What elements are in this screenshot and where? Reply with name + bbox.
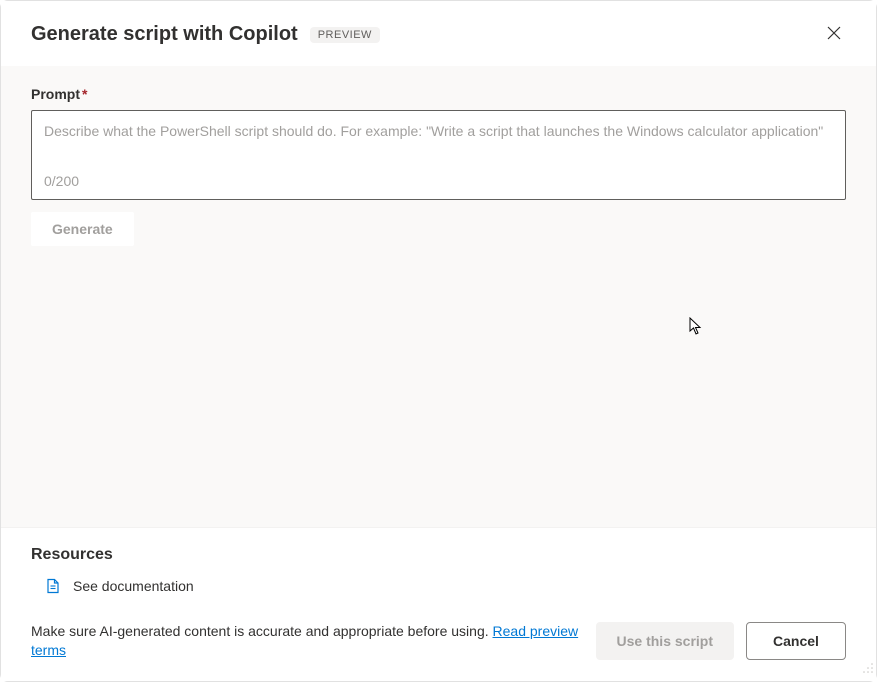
close-icon	[826, 25, 842, 44]
preview-badge: PREVIEW	[310, 27, 380, 43]
generate-button[interactable]: Generate	[31, 212, 134, 246]
prompt-input[interactable]	[44, 121, 833, 167]
disclaimer-text: Make sure AI-generated content is accura…	[31, 622, 584, 661]
documentation-link[interactable]: See documentation	[45, 578, 846, 594]
char-count: 0/200	[44, 173, 833, 189]
copilot-dialog: Generate script with Copilot PREVIEW Pro…	[0, 0, 877, 682]
use-script-button[interactable]: Use this script	[596, 622, 734, 660]
documentation-link-text: See documentation	[73, 578, 194, 594]
dialog-footer: Resources See documentation Make sure AI…	[1, 527, 876, 681]
prompt-container: 0/200	[31, 110, 846, 200]
dialog-header: Generate script with Copilot PREVIEW	[1, 1, 876, 66]
cancel-button[interactable]: Cancel	[746, 622, 846, 660]
bottom-row: Make sure AI-generated content is accura…	[31, 622, 846, 661]
prompt-label: Prompt*	[31, 86, 846, 102]
close-button[interactable]	[822, 21, 846, 48]
dialog-body: Prompt* 0/200 Generate	[1, 66, 876, 527]
dialog-title: Generate script with Copilot	[31, 23, 298, 46]
resources-heading: Resources	[31, 546, 846, 564]
document-icon	[45, 578, 61, 594]
required-indicator: *	[82, 86, 87, 102]
